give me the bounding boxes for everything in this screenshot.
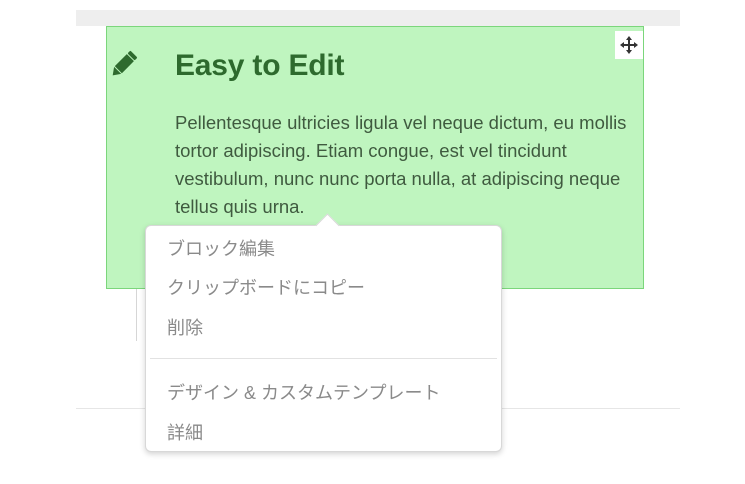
move-icon[interactable] bbox=[615, 31, 643, 59]
underlying-block-edge bbox=[136, 289, 137, 341]
menu-item-design-custom-template[interactable]: デザイン & カスタムテンプレート bbox=[167, 379, 440, 405]
menu-item-delete[interactable]: 削除 bbox=[167, 314, 203, 340]
page-top-strip bbox=[76, 10, 680, 26]
menu-divider bbox=[150, 358, 497, 359]
block-body-text: Pellentesque ultricies ligula vel neque … bbox=[175, 112, 627, 217]
menu-item-edit-block[interactable]: ブロック編集 bbox=[167, 235, 275, 261]
menu-item-copy-to-clipboard[interactable]: クリップボードにコピー bbox=[167, 274, 365, 300]
block-context-menu: ブロック編集 クリップボードにコピー 削除 デザイン & カスタムテンプレート … bbox=[145, 213, 502, 452]
block-title: Easy to Edit bbox=[175, 49, 345, 82]
menu-item-advanced[interactable]: 詳細 bbox=[167, 419, 203, 445]
pencil-icon bbox=[107, 47, 141, 81]
